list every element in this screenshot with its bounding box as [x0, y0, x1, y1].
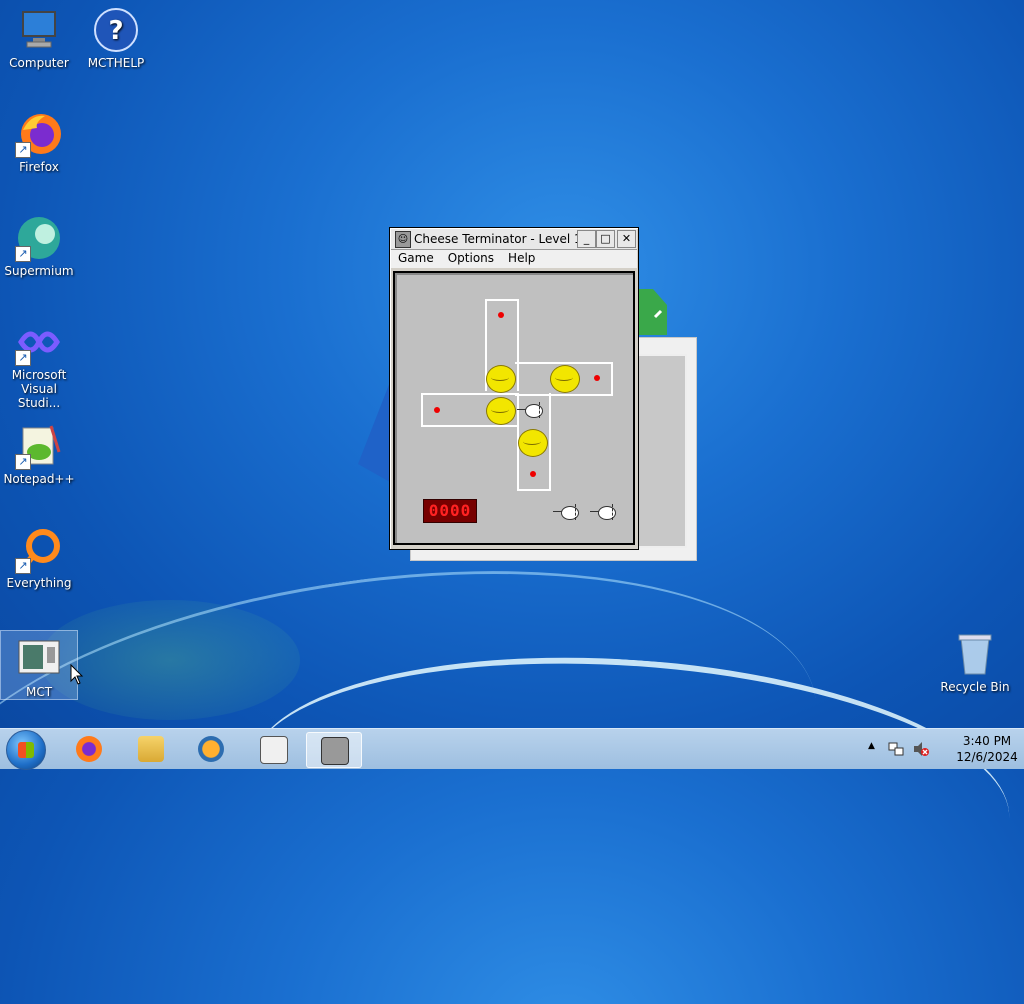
media-player-icon [198, 736, 224, 762]
desktop-icon-supermium[interactable]: ↗ Supermium [1, 208, 77, 278]
cheese-icon [486, 397, 516, 425]
mouse-face-icon: ☺ [395, 231, 411, 248]
desktop-icon-label: Everything [6, 576, 72, 590]
mct-icon [260, 736, 288, 764]
clock-time: 3:40 PM [962, 734, 1012, 748]
supermium-icon: ↗ [15, 214, 63, 262]
desktop-icon-notepadpp[interactable]: ↗ Notepad++ [1, 416, 77, 486]
desktop-icon-mct[interactable]: MCT [0, 630, 78, 700]
menu-help[interactable]: Help [501, 250, 542, 266]
taskbar: ▲ 3:40 PM 12/6/2024 [0, 728, 1024, 770]
taskbar-file-explorer[interactable] [124, 732, 178, 766]
desktop-icon-label: Computer [9, 56, 69, 70]
taskbar-mct[interactable] [246, 732, 300, 766]
desktop-icon-everything[interactable]: ↗ Everything [1, 520, 77, 590]
desktop-icon-label: MCT [25, 685, 53, 699]
visual-studio-icon: ↗ [15, 318, 63, 366]
menu-bar: Game Options Help [391, 250, 637, 268]
desktop-icon-computer[interactable]: Computer [1, 0, 77, 70]
volume-muted-icon[interactable] [912, 741, 930, 757]
taskbar-cheese-terminator[interactable] [306, 732, 362, 768]
window-titlebar[interactable]: ☺ Cheese Terminator - Level 1 _ □ ✕ [391, 229, 637, 250]
start-button[interactable] [6, 730, 46, 770]
minimize-button[interactable]: _ [577, 230, 596, 248]
desktop-icon-label: Recycle Bin [940, 680, 1010, 694]
blue-shard-icon [358, 382, 390, 482]
mouse-life-icon [553, 504, 583, 520]
desktop-icon-label: Microsoft Visual Studi... [11, 368, 67, 410]
recycle-bin-icon [951, 630, 999, 678]
cheese-icon [518, 429, 548, 457]
windows-logo-icon [18, 742, 34, 758]
show-hidden-icons-button[interactable]: ▲ [868, 741, 875, 751]
red-dot [594, 375, 600, 381]
help-icon: ? [92, 6, 140, 54]
computer-icon [15, 6, 63, 54]
mouse-face-icon [321, 737, 349, 765]
desktop-icon-label: MCTHELP [87, 56, 145, 70]
folder-icon [138, 736, 164, 762]
game-board[interactable]: 0000 [393, 271, 635, 545]
red-dot [434, 407, 440, 413]
network-icon[interactable] [888, 741, 904, 757]
desktop-icon-label: Firefox [19, 160, 59, 174]
mct-icon [15, 635, 63, 683]
red-dot [530, 471, 536, 477]
desktop-icon-label: Supermium [4, 264, 74, 278]
taskbar-firefox[interactable] [62, 732, 116, 766]
desktop-icon-recycle-bin[interactable]: Recycle Bin [937, 624, 1013, 694]
menu-game[interactable]: Game [391, 250, 441, 266]
svg-text:?: ? [108, 16, 123, 46]
red-dot [498, 312, 504, 318]
cheese-icon [550, 365, 580, 393]
desktop-icon-mcthelp[interactable]: ? MCTHELP [78, 0, 154, 70]
shortcut-arrow-icon: ↗ [15, 142, 31, 158]
clock[interactable]: 3:40 PM 12/6/2024 [952, 733, 1022, 765]
firefox-icon: ↗ [15, 110, 63, 158]
menu-options[interactable]: Options [441, 250, 501, 266]
window-title: Cheese Terminator - Level 1 [414, 232, 582, 246]
clock-date: 12/6/2024 [956, 750, 1018, 764]
shortcut-arrow-icon: ↗ [15, 246, 31, 262]
notepadpp-icon: ↗ [15, 422, 63, 470]
shortcut-arrow-icon: ↗ [15, 350, 31, 366]
maximize-button[interactable]: □ [596, 230, 615, 248]
cheese-icon [486, 365, 516, 393]
system-tray: ▲ 3:40 PM 12/6/2024 [844, 729, 1024, 769]
taskbar-media-player[interactable] [184, 732, 238, 766]
mouse-cursor-icon [70, 664, 84, 685]
close-button[interactable]: ✕ [617, 230, 636, 248]
score-counter: 0000 [423, 499, 477, 523]
everything-search-icon: ↗ [15, 526, 63, 574]
desktop-icon-visual-studio[interactable]: ↗ Microsoft Visual Studi... [1, 312, 77, 410]
shortcut-arrow-icon: ↗ [15, 454, 31, 470]
cheese-terminator-window: ☺ Cheese Terminator - Level 1 _ □ ✕ Game… [389, 227, 639, 550]
firefox-icon [76, 736, 102, 762]
mouse-life-icon [590, 504, 620, 520]
desktop-icon-firefox[interactable]: ↗ Firefox [1, 104, 77, 174]
shortcut-arrow-icon: ↗ [15, 558, 31, 574]
mouse-player-icon [517, 402, 547, 418]
desktop-icon-label: Notepad++ [3, 472, 75, 486]
